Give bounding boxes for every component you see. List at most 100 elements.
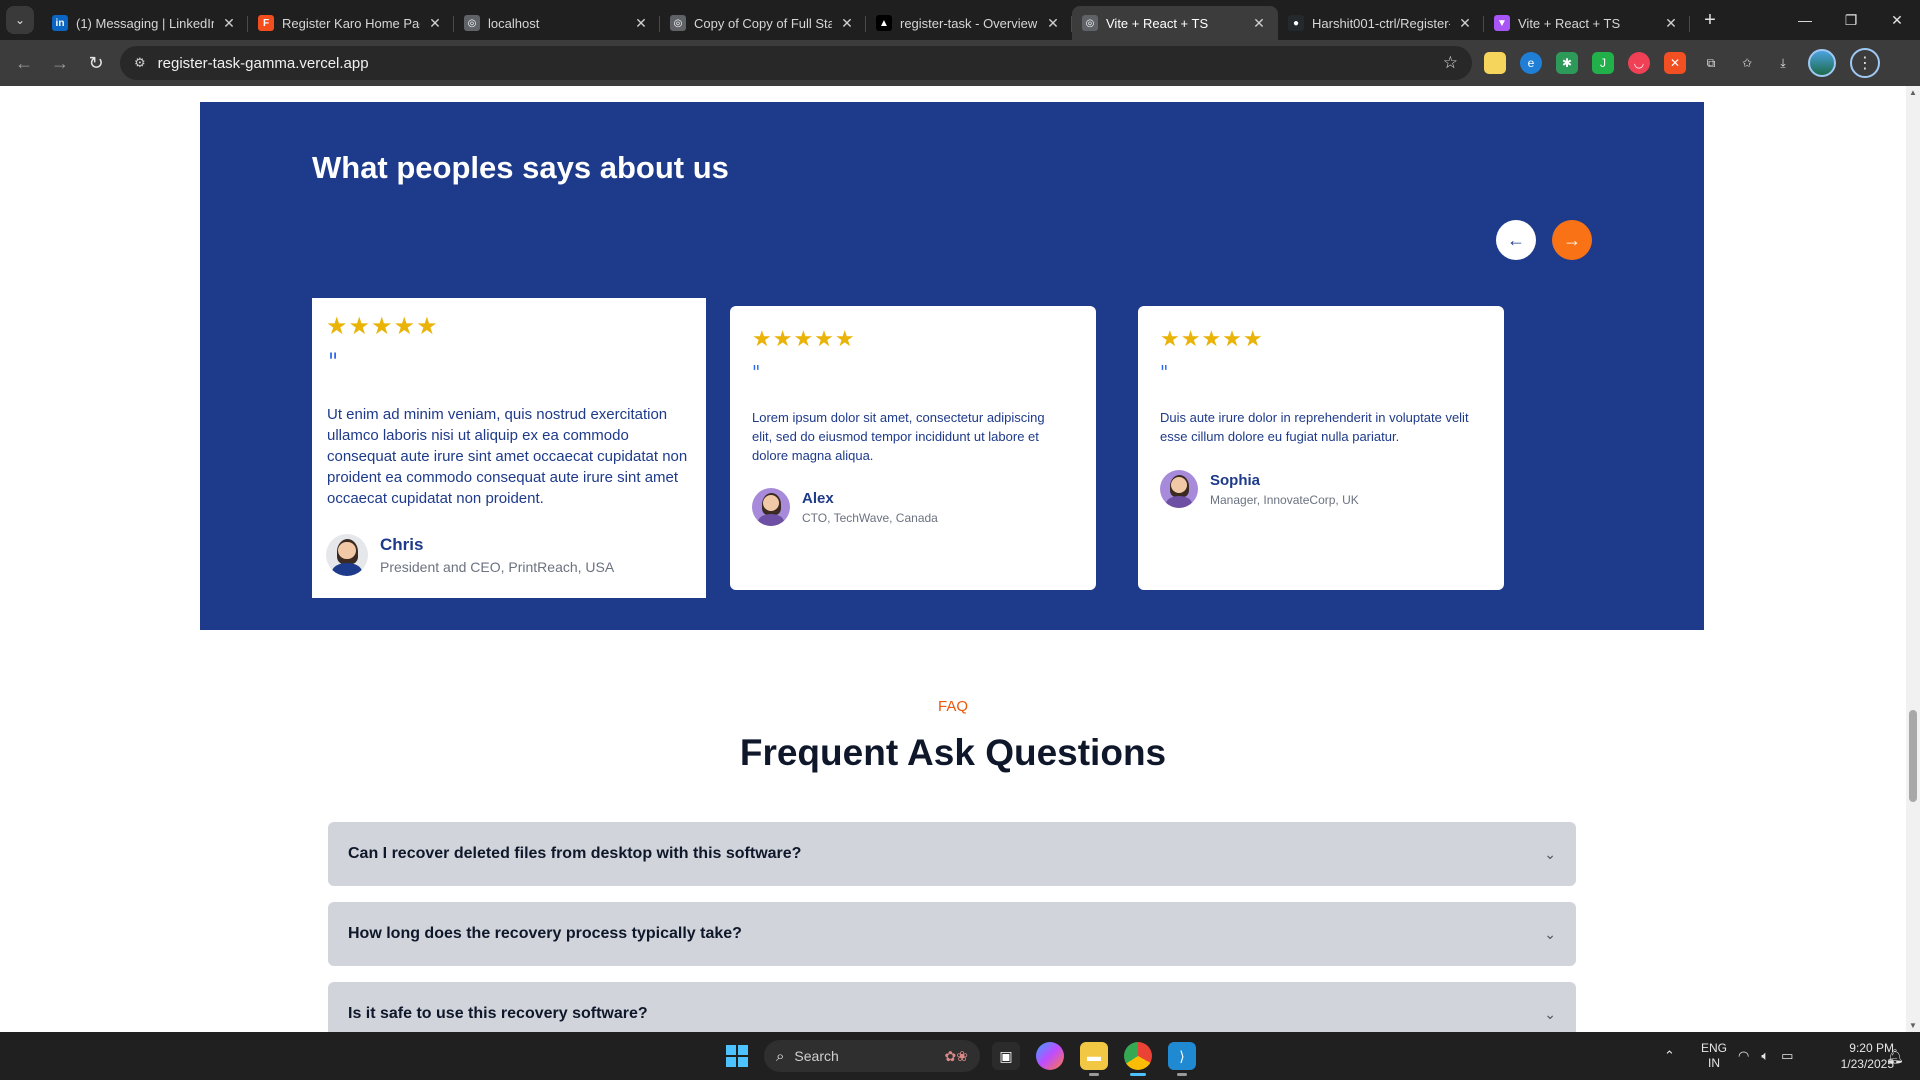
download-icon[interactable]: ⤓: [1772, 52, 1794, 74]
testimonial-card-alex: ★★★★★ " Lorem ipsum dolor sit amet, cons…: [730, 306, 1096, 590]
testimonial-author: Alex CTO, TechWave, Canada: [752, 488, 938, 526]
rating-stars-icon: ★★★★★: [752, 326, 856, 351]
language-indicator[interactable]: ENG IN: [1696, 1032, 1732, 1080]
taskbar-search[interactable]: ⌕ Search ✿❀: [764, 1040, 980, 1072]
file-explorer-icon[interactable]: ▬: [1080, 1042, 1108, 1076]
restore-icon[interactable]: ❐: [1828, 0, 1874, 40]
testimonial-author: Sophia Manager, InnovateCorp, UK: [1160, 470, 1359, 508]
faq-question: How long does the recovery process typic…: [348, 925, 742, 942]
faq-item[interactable]: How long does the recovery process typic…: [328, 902, 1576, 966]
figma-favicon-icon: F: [258, 15, 274, 31]
chrome-app-icon[interactable]: [1124, 1042, 1152, 1076]
forward-arrow-icon[interactable]: →: [42, 45, 78, 81]
lang-primary: ENG: [1700, 1041, 1727, 1055]
avatar: [326, 534, 368, 576]
globe-favicon-icon: ◎: [1082, 15, 1098, 31]
scrollbar-thumb[interactable]: [1909, 710, 1917, 802]
search-highlight-icon: ✿❀: [944, 1047, 968, 1064]
pocket-extension-icon[interactable]: ◡: [1628, 52, 1650, 74]
page-scrollbar[interactable]: ▲ ▼: [1906, 86, 1920, 1032]
taskbar-search-placeholder: Search: [794, 1048, 839, 1064]
testimonial-quote: Lorem ipsum dolor sit amet, consectetur …: [752, 410, 1045, 463]
tab-title: register-task - Overview –: [900, 15, 1038, 31]
github-favicon-icon: ●: [1288, 15, 1304, 31]
tab-title: localhost: [488, 15, 540, 31]
browser-tab-strip: ⌄ in (1) Messaging | LinkedIn ✕ F Regist…: [0, 0, 1920, 40]
tab-localhost[interactable]: ◎ localhost ✕: [454, 6, 660, 40]
tab-figma[interactable]: F Register Karo Home Page ✕: [248, 6, 454, 40]
tab-title: Vite + React + TS: [1106, 15, 1209, 31]
tab-vercel-overview[interactable]: ▲ register-task - Overview – ✕: [866, 6, 1072, 40]
scroll-down-icon[interactable]: ▼: [1909, 1021, 1917, 1030]
author-role: President and CEO, PrintReach, USA: [380, 559, 615, 575]
back-arrow-icon[interactable]: ←: [6, 45, 42, 81]
site-info-icon[interactable]: ⚙: [134, 55, 146, 71]
testimonial-quote: Duis aute irure dolor in reprehenderit i…: [1160, 410, 1469, 444]
faq-item[interactable]: Is it safe to use this recovery software…: [328, 982, 1576, 1032]
puzzle-extensions-icon[interactable]: ⧉: [1700, 52, 1722, 74]
faq-question: Can I recover deleted files from desktop…: [348, 845, 802, 862]
red-extension-icon[interactable]: ✕: [1664, 52, 1686, 74]
lang-secondary: IN: [1708, 1056, 1720, 1070]
system-tray-icons[interactable]: ◠ 🔈︎ ▭: [1738, 1032, 1793, 1080]
search-icon: ⌕: [776, 1047, 785, 1065]
tab-title: Harshit001-ctrl/Register-t: [1312, 15, 1450, 31]
favorites-star-icon[interactable]: ✩: [1736, 52, 1758, 74]
tab-close-icon[interactable]: ✕: [1044, 15, 1062, 32]
profile-avatar[interactable]: [1808, 49, 1836, 77]
tab-vite-react-active[interactable]: ◎ Vite + React + TS ✕: [1072, 6, 1278, 40]
edge-extension-icon[interactable]: e: [1520, 52, 1542, 74]
carousel-prev-button[interactable]: ←: [1496, 220, 1536, 260]
vscode-app-icon[interactable]: ⟩: [1168, 1042, 1196, 1076]
green-extension-icon[interactable]: J: [1592, 52, 1614, 74]
testimonials-section: What peoples says about us ← → ★★★★★ " U…: [200, 102, 1704, 630]
minimize-icon[interactable]: —: [1782, 0, 1828, 40]
author-role: Manager, InnovateCorp, UK: [1210, 492, 1359, 507]
new-tab-plus-icon[interactable]: +: [1696, 6, 1724, 34]
rating-stars-icon: ★★★★★: [326, 313, 439, 340]
notification-bell-icon[interactable]: 🔔︎: [1886, 1032, 1904, 1080]
sticky-note-extension-icon[interactable]: [1484, 52, 1506, 74]
quote-mark-icon: ": [1160, 362, 1169, 383]
tab-close-icon[interactable]: ✕: [1456, 15, 1474, 32]
tab-search-icon[interactable]: ⌄: [6, 6, 34, 34]
menu-kebab-icon[interactable]: ⋮: [1850, 48, 1880, 78]
author-name: Sophia: [1210, 471, 1261, 489]
globe-favicon-icon: ◎: [464, 15, 480, 31]
bookmark-star-icon[interactable]: ☆: [1443, 53, 1458, 73]
windows-taskbar: ⌕ Search ✿❀ ▣ ▬ ⟩ ⌃ ENG IN ◠ 🔈︎ ▭ 9:20 P…: [0, 1032, 1920, 1080]
tab-close-icon[interactable]: ✕: [426, 15, 444, 32]
taskbar-clock[interactable]: 9:20 PM 1/23/2025: [1814, 1032, 1894, 1080]
faq-title: Frequent Ask Questions: [739, 732, 1167, 773]
tab-close-icon[interactable]: ✕: [838, 15, 856, 32]
url-text[interactable]: register-task-gamma.vercel.app: [158, 55, 1443, 72]
reload-icon[interactable]: ↻: [78, 45, 114, 81]
scroll-up-icon[interactable]: ▲: [1909, 88, 1917, 97]
testimonials-heading: What peoples says about us: [312, 150, 729, 185]
avatar: [752, 488, 790, 526]
wifi-icon: ◠: [1738, 1048, 1750, 1063]
terminal-app-icon[interactable]: ▣: [992, 1042, 1020, 1070]
tab-close-icon[interactable]: ✕: [1250, 15, 1268, 32]
tab-copy-full-stack[interactable]: ◎ Copy of Copy of Full Stack ✕: [660, 6, 866, 40]
windows-start-icon[interactable]: [726, 1045, 748, 1067]
tab-github[interactable]: ● Harshit001-ctrl/Register-t ✕: [1278, 6, 1484, 40]
rating-stars-icon: ★★★★★: [1160, 326, 1264, 351]
testimonial-card-chris: ★★★★★ " Ut enim ad minim veniam, quis no…: [312, 298, 706, 598]
show-hidden-icons-icon[interactable]: ⌃: [1664, 1032, 1675, 1080]
close-window-icon[interactable]: ✕: [1874, 0, 1920, 40]
tab-close-icon[interactable]: ✕: [632, 15, 650, 32]
copilot-app-icon[interactable]: [1036, 1042, 1064, 1070]
tab-title: Register Karo Home Page: [282, 15, 420, 31]
tab-close-icon[interactable]: ✕: [220, 15, 238, 32]
testimonial-card-sophia: ★★★★★ " Duis aute irure dolor in reprehe…: [1138, 306, 1504, 590]
bug-extension-icon[interactable]: ✱: [1556, 52, 1578, 74]
faq-item[interactable]: Can I recover deleted files from desktop…: [328, 822, 1576, 886]
tab-close-icon[interactable]: ✕: [1662, 15, 1680, 32]
tab-linkedin[interactable]: in (1) Messaging | LinkedIn ✕: [42, 6, 248, 40]
carousel-next-button[interactable]: →: [1552, 220, 1592, 260]
quote-mark-icon: ": [328, 350, 339, 375]
tab-vite-react-2[interactable]: ▼ Vite + React + TS ✕: [1484, 6, 1690, 40]
address-bar[interactable]: ⚙ register-task-gamma.vercel.app ☆: [120, 46, 1472, 80]
extensions-row: e ✱ J ◡ ✕ ⧉ ✩ ⤓ ⋮: [1484, 46, 1880, 80]
